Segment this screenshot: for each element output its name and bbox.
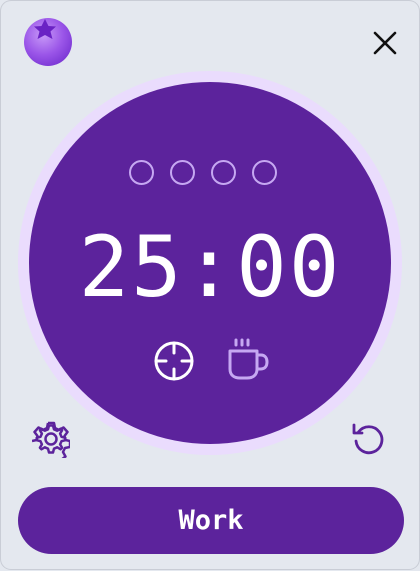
focus-crosshair-icon <box>154 341 194 381</box>
settings-button[interactable] <box>31 419 71 459</box>
session-dot <box>211 160 236 185</box>
timer-display: 25:00 <box>78 218 342 316</box>
focus-mode-button[interactable] <box>151 338 197 384</box>
gear-icon <box>32 421 70 458</box>
close-button[interactable] <box>367 25 403 61</box>
reset-button[interactable] <box>349 419 389 459</box>
session-dot <box>170 160 195 185</box>
break-mode-button[interactable] <box>225 336 271 382</box>
reset-icon <box>352 423 384 455</box>
coffee-break-icon <box>228 338 269 380</box>
session-dot <box>252 160 277 185</box>
session-dot <box>129 160 154 185</box>
work-button[interactable]: Work <box>18 487 404 554</box>
pomodoro-window: 25:00 Work <box>1 1 419 569</box>
session-indicators <box>129 160 277 185</box>
grape-logo-icon <box>21 15 73 67</box>
close-icon <box>373 31 397 55</box>
